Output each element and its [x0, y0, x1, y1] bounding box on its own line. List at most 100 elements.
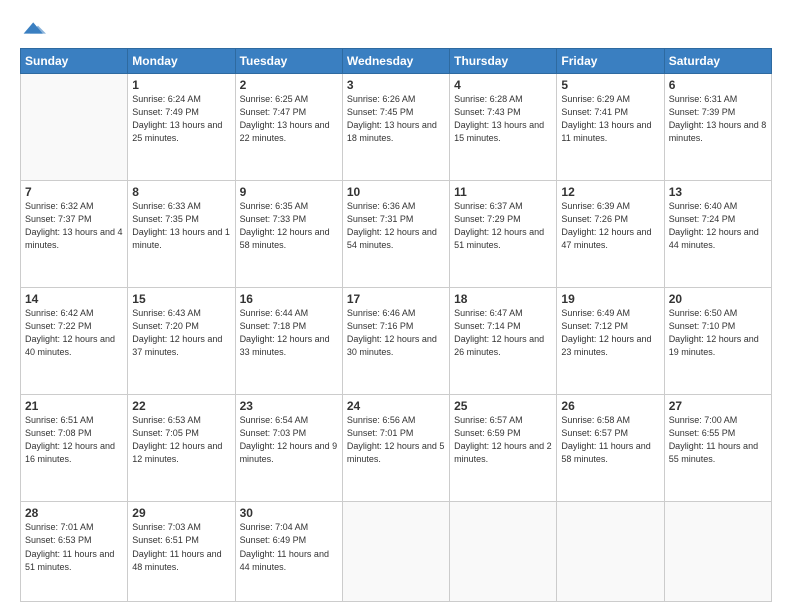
calendar-cell: [450, 502, 557, 602]
day-number: 26: [561, 399, 659, 413]
day-number: 10: [347, 185, 445, 199]
day-info: Sunrise: 6:35 AMSunset: 7:33 PMDaylight:…: [240, 200, 338, 252]
day-number: 14: [25, 292, 123, 306]
weekday-header-saturday: Saturday: [664, 49, 771, 74]
calendar-cell: 14Sunrise: 6:42 AMSunset: 7:22 PMDayligh…: [21, 288, 128, 395]
calendar-cell: 12Sunrise: 6:39 AMSunset: 7:26 PMDayligh…: [557, 181, 664, 288]
logo-icon: [22, 16, 46, 40]
day-info: Sunrise: 6:33 AMSunset: 7:35 PMDaylight:…: [132, 200, 230, 252]
day-number: 30: [240, 506, 338, 520]
calendar-week-2: 14Sunrise: 6:42 AMSunset: 7:22 PMDayligh…: [21, 288, 772, 395]
weekday-header-friday: Friday: [557, 49, 664, 74]
weekday-header-sunday: Sunday: [21, 49, 128, 74]
calendar-cell: 4Sunrise: 6:28 AMSunset: 7:43 PMDaylight…: [450, 74, 557, 181]
calendar-cell: 22Sunrise: 6:53 AMSunset: 7:05 PMDayligh…: [128, 395, 235, 502]
calendar-cell: 30Sunrise: 7:04 AMSunset: 6:49 PMDayligh…: [235, 502, 342, 602]
calendar-cell: 6Sunrise: 6:31 AMSunset: 7:39 PMDaylight…: [664, 74, 771, 181]
weekday-header-monday: Monday: [128, 49, 235, 74]
calendar-cell: 11Sunrise: 6:37 AMSunset: 7:29 PMDayligh…: [450, 181, 557, 288]
calendar-cell: 28Sunrise: 7:01 AMSunset: 6:53 PMDayligh…: [21, 502, 128, 602]
day-info: Sunrise: 7:01 AMSunset: 6:53 PMDaylight:…: [25, 521, 123, 573]
day-info: Sunrise: 6:47 AMSunset: 7:14 PMDaylight:…: [454, 307, 552, 359]
day-number: 3: [347, 78, 445, 92]
calendar-cell: 20Sunrise: 6:50 AMSunset: 7:10 PMDayligh…: [664, 288, 771, 395]
calendar-cell: 16Sunrise: 6:44 AMSunset: 7:18 PMDayligh…: [235, 288, 342, 395]
day-number: 27: [669, 399, 767, 413]
calendar-cell: [664, 502, 771, 602]
calendar-cell: 23Sunrise: 6:54 AMSunset: 7:03 PMDayligh…: [235, 395, 342, 502]
calendar-week-1: 7Sunrise: 6:32 AMSunset: 7:37 PMDaylight…: [21, 181, 772, 288]
day-info: Sunrise: 6:26 AMSunset: 7:45 PMDaylight:…: [347, 93, 445, 145]
calendar-cell: 3Sunrise: 6:26 AMSunset: 7:45 PMDaylight…: [342, 74, 449, 181]
day-number: 16: [240, 292, 338, 306]
day-number: 19: [561, 292, 659, 306]
calendar-cell: 2Sunrise: 6:25 AMSunset: 7:47 PMDaylight…: [235, 74, 342, 181]
day-info: Sunrise: 6:56 AMSunset: 7:01 PMDaylight:…: [347, 414, 445, 466]
day-number: 6: [669, 78, 767, 92]
day-info: Sunrise: 6:57 AMSunset: 6:59 PMDaylight:…: [454, 414, 552, 466]
day-number: 25: [454, 399, 552, 413]
day-number: 9: [240, 185, 338, 199]
calendar-cell: [557, 502, 664, 602]
day-info: Sunrise: 6:44 AMSunset: 7:18 PMDaylight:…: [240, 307, 338, 359]
calendar-week-3: 21Sunrise: 6:51 AMSunset: 7:08 PMDayligh…: [21, 395, 772, 502]
day-number: 7: [25, 185, 123, 199]
day-info: Sunrise: 7:04 AMSunset: 6:49 PMDaylight:…: [240, 521, 338, 573]
day-info: Sunrise: 6:36 AMSunset: 7:31 PMDaylight:…: [347, 200, 445, 252]
weekday-header-wednesday: Wednesday: [342, 49, 449, 74]
day-info: Sunrise: 6:54 AMSunset: 7:03 PMDaylight:…: [240, 414, 338, 466]
calendar-cell: [21, 74, 128, 181]
day-info: Sunrise: 6:25 AMSunset: 7:47 PMDaylight:…: [240, 93, 338, 145]
day-info: Sunrise: 6:32 AMSunset: 7:37 PMDaylight:…: [25, 200, 123, 252]
calendar-cell: 24Sunrise: 6:56 AMSunset: 7:01 PMDayligh…: [342, 395, 449, 502]
day-number: 1: [132, 78, 230, 92]
day-info: Sunrise: 6:42 AMSunset: 7:22 PMDaylight:…: [25, 307, 123, 359]
day-info: Sunrise: 7:00 AMSunset: 6:55 PMDaylight:…: [669, 414, 767, 466]
day-info: Sunrise: 6:43 AMSunset: 7:20 PMDaylight:…: [132, 307, 230, 359]
day-number: 21: [25, 399, 123, 413]
day-number: 24: [347, 399, 445, 413]
calendar-cell: 18Sunrise: 6:47 AMSunset: 7:14 PMDayligh…: [450, 288, 557, 395]
calendar-cell: 8Sunrise: 6:33 AMSunset: 7:35 PMDaylight…: [128, 181, 235, 288]
day-number: 20: [669, 292, 767, 306]
weekday-header-thursday: Thursday: [450, 49, 557, 74]
day-info: Sunrise: 6:58 AMSunset: 6:57 PMDaylight:…: [561, 414, 659, 466]
day-info: Sunrise: 6:50 AMSunset: 7:10 PMDaylight:…: [669, 307, 767, 359]
day-number: 18: [454, 292, 552, 306]
logo: [20, 16, 46, 40]
day-number: 17: [347, 292, 445, 306]
day-info: Sunrise: 7:03 AMSunset: 6:51 PMDaylight:…: [132, 521, 230, 573]
day-number: 12: [561, 185, 659, 199]
day-info: Sunrise: 6:51 AMSunset: 7:08 PMDaylight:…: [25, 414, 123, 466]
calendar-cell: 26Sunrise: 6:58 AMSunset: 6:57 PMDayligh…: [557, 395, 664, 502]
calendar-week-0: 1Sunrise: 6:24 AMSunset: 7:49 PMDaylight…: [21, 74, 772, 181]
calendar-cell: 7Sunrise: 6:32 AMSunset: 7:37 PMDaylight…: [21, 181, 128, 288]
day-number: 13: [669, 185, 767, 199]
calendar-cell: 9Sunrise: 6:35 AMSunset: 7:33 PMDaylight…: [235, 181, 342, 288]
day-info: Sunrise: 6:29 AMSunset: 7:41 PMDaylight:…: [561, 93, 659, 145]
calendar-cell: [342, 502, 449, 602]
calendar-cell: 21Sunrise: 6:51 AMSunset: 7:08 PMDayligh…: [21, 395, 128, 502]
calendar-cell: 27Sunrise: 7:00 AMSunset: 6:55 PMDayligh…: [664, 395, 771, 502]
day-number: 5: [561, 78, 659, 92]
calendar-table: SundayMondayTuesdayWednesdayThursdayFrid…: [20, 48, 772, 602]
day-number: 2: [240, 78, 338, 92]
day-info: Sunrise: 6:46 AMSunset: 7:16 PMDaylight:…: [347, 307, 445, 359]
calendar-cell: 5Sunrise: 6:29 AMSunset: 7:41 PMDaylight…: [557, 74, 664, 181]
calendar-cell: 29Sunrise: 7:03 AMSunset: 6:51 PMDayligh…: [128, 502, 235, 602]
day-info: Sunrise: 6:31 AMSunset: 7:39 PMDaylight:…: [669, 93, 767, 145]
day-info: Sunrise: 6:28 AMSunset: 7:43 PMDaylight:…: [454, 93, 552, 145]
day-info: Sunrise: 6:39 AMSunset: 7:26 PMDaylight:…: [561, 200, 659, 252]
calendar-week-4: 28Sunrise: 7:01 AMSunset: 6:53 PMDayligh…: [21, 502, 772, 602]
calendar-cell: 13Sunrise: 6:40 AMSunset: 7:24 PMDayligh…: [664, 181, 771, 288]
weekday-header-tuesday: Tuesday: [235, 49, 342, 74]
day-info: Sunrise: 6:40 AMSunset: 7:24 PMDaylight:…: [669, 200, 767, 252]
day-number: 4: [454, 78, 552, 92]
day-number: 28: [25, 506, 123, 520]
day-info: Sunrise: 6:53 AMSunset: 7:05 PMDaylight:…: [132, 414, 230, 466]
day-number: 15: [132, 292, 230, 306]
calendar-cell: 25Sunrise: 6:57 AMSunset: 6:59 PMDayligh…: [450, 395, 557, 502]
day-number: 22: [132, 399, 230, 413]
calendar-cell: 10Sunrise: 6:36 AMSunset: 7:31 PMDayligh…: [342, 181, 449, 288]
calendar-cell: 17Sunrise: 6:46 AMSunset: 7:16 PMDayligh…: [342, 288, 449, 395]
